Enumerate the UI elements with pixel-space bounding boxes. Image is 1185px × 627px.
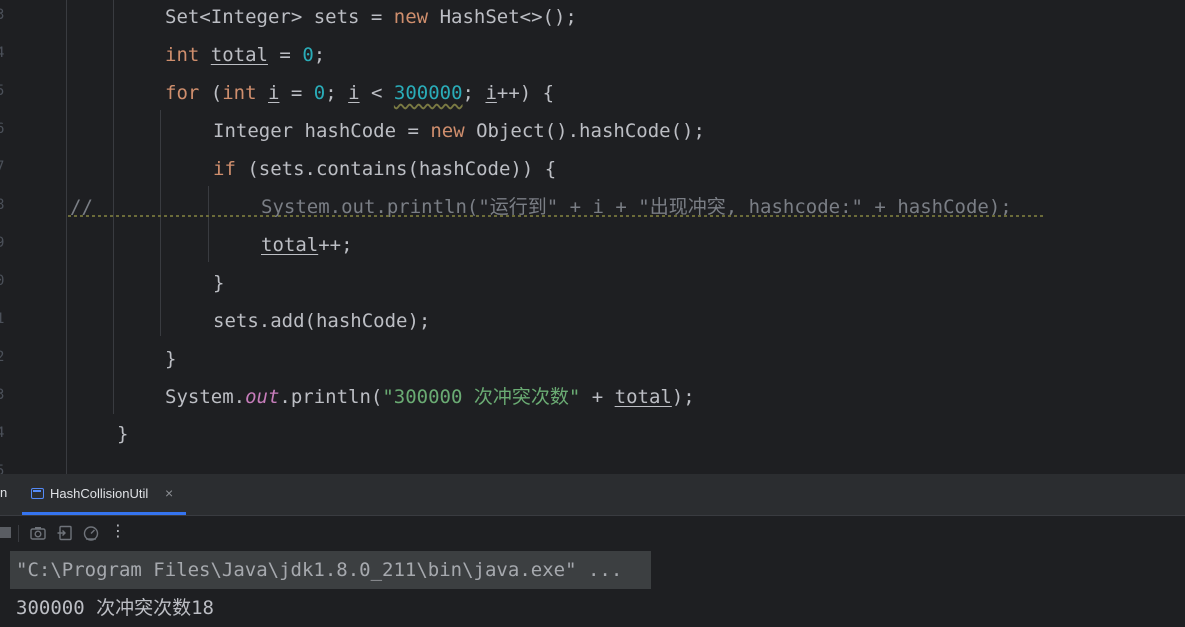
line-number: 7 xyxy=(0,159,5,175)
line-number: 3 xyxy=(0,7,5,23)
code-line[interactable]: sets.add(hashCode); xyxy=(213,302,430,340)
console-window-icon xyxy=(31,488,44,499)
indent-guide xyxy=(113,0,114,414)
line-number: 3 xyxy=(0,387,5,403)
indent-guide xyxy=(160,110,161,336)
toolbar-divider xyxy=(18,525,19,542)
tab-hashcollisionutil[interactable]: HashCollisionUtil × xyxy=(22,475,186,515)
commented-code-line[interactable]: System.out.println("运行到" + i + "出现冲突, ha… xyxy=(261,188,1012,226)
line-number: 8 xyxy=(0,197,5,213)
code-line[interactable]: Set<Integer> sets = new HashSet<>(); xyxy=(165,0,577,36)
line-number: 6 xyxy=(0,121,5,137)
code-line[interactable]: System.out.println("300000 次冲突次数" + tota… xyxy=(165,378,695,416)
code-line[interactable]: } xyxy=(165,340,176,378)
warning-underline xyxy=(68,215,1044,217)
tab-label: HashCollisionUtil xyxy=(50,486,149,501)
line-number: 9 xyxy=(0,235,5,251)
more-options-icon[interactable]: ⋮ xyxy=(110,521,126,540)
stop-icon[interactable] xyxy=(0,527,11,538)
restore-layout-icon[interactable] xyxy=(56,524,74,542)
console-command-line[interactable]: "C:\Program Files\Java\jdk1.8.0_211\bin\… xyxy=(16,551,622,589)
line-number: 1 xyxy=(0,311,5,327)
camera-icon[interactable] xyxy=(29,524,47,542)
code-line[interactable]: for (int i = 0; i < 300000; i++) { xyxy=(165,74,554,112)
previous-tab-stub[interactable]: n xyxy=(0,485,7,500)
comment-marker: // xyxy=(70,196,93,218)
code-line[interactable]: total++; xyxy=(261,226,353,264)
code-line[interactable]: } xyxy=(117,415,128,453)
line-number: 5 xyxy=(0,463,5,474)
code-line[interactable]: if (sets.contains(hashCode)) { xyxy=(213,150,556,188)
code-editor[interactable]: 3 4 5 6 7 8 9 0 1 2 3 4 5 Set<Integer> s… xyxy=(0,0,1185,474)
line-number: 4 xyxy=(0,45,5,61)
indent-guide xyxy=(208,186,209,262)
line-number: 5 xyxy=(0,83,5,99)
run-toolbar: ⋮ xyxy=(0,516,1185,550)
dashboard-icon[interactable] xyxy=(82,524,100,542)
run-tool-window: n HashCollisionUtil × ⋮ "C:\Program File… xyxy=(0,474,1185,624)
console-output-line: 300000 次冲突次数18 xyxy=(16,597,214,619)
run-tab-strip: n HashCollisionUtil × xyxy=(0,475,1185,516)
indent-guide xyxy=(66,0,67,474)
close-icon[interactable]: × xyxy=(165,485,173,501)
code-line[interactable]: } xyxy=(213,264,224,302)
code-line[interactable]: Integer hashCode = new Object().hashCode… xyxy=(213,112,705,150)
line-number: 0 xyxy=(0,273,5,289)
line-number: 2 xyxy=(0,349,5,365)
code-line[interactable]: int total = 0; xyxy=(165,36,325,74)
line-number: 4 xyxy=(0,425,5,441)
